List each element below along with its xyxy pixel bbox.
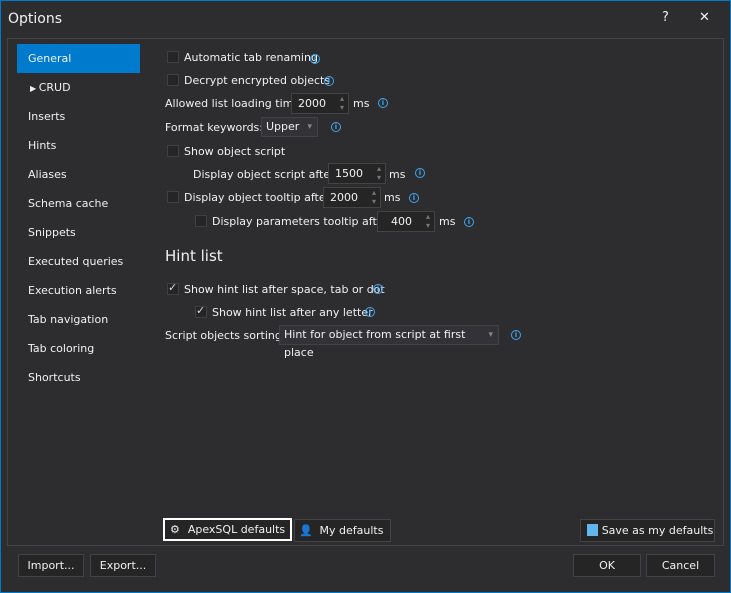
show-script-label: Show object script xyxy=(184,145,286,158)
ms-label: ms xyxy=(389,168,406,181)
info-icon[interactable]: i xyxy=(409,193,419,203)
info-icon[interactable]: i xyxy=(324,76,334,86)
nav-shortcuts[interactable]: Shortcuts xyxy=(17,363,140,392)
expand-arrow-icon[interactable]: ▶ xyxy=(30,84,39,93)
cancel-button[interactable]: Cancel xyxy=(646,554,715,577)
after-space-checkbox[interactable] xyxy=(167,281,179,295)
save-as-my-defaults-button[interactable]: Save as my defaults xyxy=(580,519,715,542)
nav-hints[interactable]: Hints xyxy=(17,131,140,160)
sidebar-nav: General ▶ CRUD Inserts Hints Aliases Sch… xyxy=(17,44,140,392)
ok-button[interactable]: OK xyxy=(573,554,641,577)
list-time-spinner[interactable]: 2000 xyxy=(291,93,349,114)
show-script-checkbox[interactable] xyxy=(167,145,179,157)
ms-label: ms xyxy=(384,191,401,204)
info-icon[interactable]: i xyxy=(464,217,474,227)
nav-tab-navigation[interactable]: Tab navigation xyxy=(17,305,140,334)
save-icon xyxy=(587,524,598,536)
params-label: Display parameters tooltip after: xyxy=(212,215,392,228)
nav-general[interactable]: General xyxy=(17,44,140,73)
tooltip-spinner[interactable]: 2000 xyxy=(323,187,381,208)
nav-schema-cache[interactable]: Schema cache xyxy=(17,189,140,218)
params-checkbox[interactable] xyxy=(195,215,207,227)
defaults-gear-icon: ⚙ xyxy=(170,523,180,536)
help-button[interactable]: ? xyxy=(662,10,669,25)
hint-list-heading: Hint list xyxy=(165,247,223,265)
script-after-label: Display object script after: xyxy=(193,168,339,181)
format-dropdown[interactable]: Upper xyxy=(261,117,318,137)
info-icon[interactable]: i xyxy=(331,122,341,132)
decrypt-label: Decrypt encrypted objects xyxy=(184,74,331,87)
sort-label: Script objects sorting: xyxy=(165,329,286,342)
info-icon[interactable]: i xyxy=(373,284,383,294)
ms-label: ms xyxy=(353,97,370,110)
info-icon[interactable]: i xyxy=(365,307,375,317)
format-label: Format keywords: xyxy=(165,121,263,134)
nav-executed-queries[interactable]: Executed queries xyxy=(17,247,140,276)
nav-inserts[interactable]: Inserts xyxy=(17,102,140,131)
export-button[interactable]: Export... xyxy=(90,554,156,577)
decrypt-checkbox[interactable] xyxy=(167,74,179,86)
tooltip-checkbox[interactable] xyxy=(167,191,179,203)
params-spinner[interactable]: 400 xyxy=(377,211,435,232)
list-time-label: Allowed list loading time: xyxy=(165,97,304,110)
info-icon[interactable]: i xyxy=(310,54,320,64)
my-defaults-button[interactable]: 👤 My defaults xyxy=(294,519,391,542)
nav-tab-coloring[interactable]: Tab coloring xyxy=(17,334,140,363)
after-space-label: Show hint list after space, tab or dot xyxy=(184,283,385,296)
nav-execution-alerts[interactable]: Execution alerts xyxy=(17,276,140,305)
close-button[interactable]: ✕ xyxy=(699,10,710,25)
auto-tab-label: Automatic tab renaming xyxy=(184,51,318,64)
auto-tab-checkbox[interactable] xyxy=(167,51,179,63)
after-letter-label: Show hint list after any letter xyxy=(212,306,373,319)
dialog-title: Options xyxy=(8,11,63,27)
after-letter-checkbox[interactable] xyxy=(195,304,207,318)
nav-aliases[interactable]: Aliases xyxy=(17,160,140,189)
nav-snippets[interactable]: Snippets xyxy=(17,218,140,247)
import-button[interactable]: Import... xyxy=(18,554,84,577)
tooltip-label: Display object tooltip after: xyxy=(184,191,334,204)
info-icon[interactable]: i xyxy=(378,98,388,108)
apexsql-defaults-button[interactable]: ⚙ ApexSQL defaults xyxy=(163,518,292,541)
info-icon[interactable]: i xyxy=(415,168,425,178)
ms-label: ms xyxy=(439,215,456,228)
user-icon: 👤 xyxy=(299,524,313,537)
script-after-spinner[interactable]: 1500 xyxy=(328,163,386,184)
info-icon[interactable]: i xyxy=(511,330,521,340)
sort-dropdown[interactable]: Hint for object from script at first pla… xyxy=(279,325,499,359)
nav-crud[interactable]: ▶ CRUD xyxy=(17,73,140,102)
